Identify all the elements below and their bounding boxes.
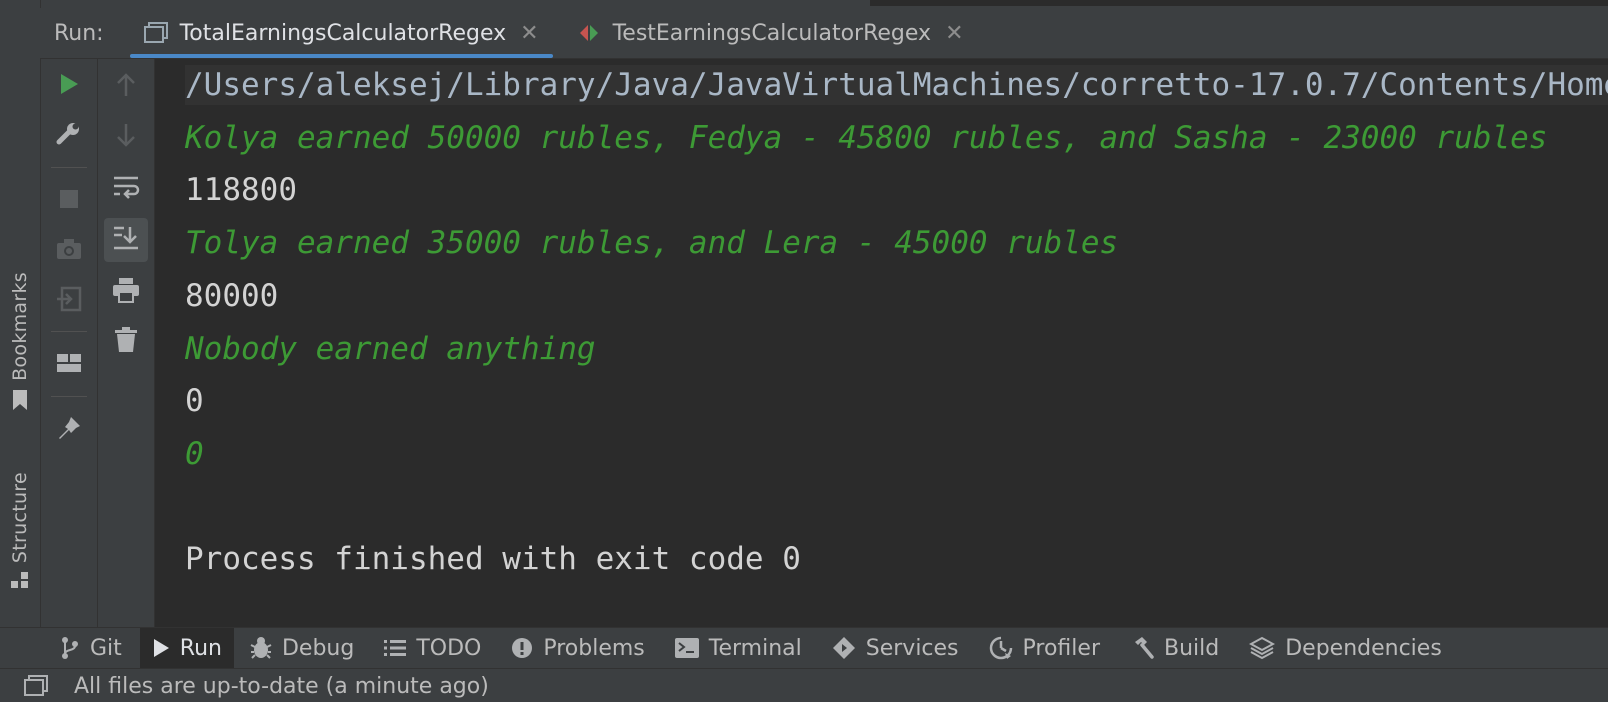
layers-icon bbox=[1249, 636, 1276, 660]
dump-threads-button[interactable] bbox=[47, 229, 91, 273]
pin-icon bbox=[56, 415, 82, 445]
print-button[interactable] bbox=[104, 270, 148, 314]
run-toolbar-secondary bbox=[98, 59, 155, 627]
soft-wrap-button[interactable] bbox=[104, 167, 148, 211]
scroll-to-end-icon bbox=[112, 225, 140, 255]
play-icon bbox=[58, 72, 80, 100]
problems-tool-button[interactable]: Problems bbox=[499, 628, 656, 668]
terminal-tool-label: Terminal bbox=[708, 635, 802, 661]
profiler-icon bbox=[989, 636, 1013, 660]
rerun-button[interactable] bbox=[47, 64, 91, 108]
command-line: /Users/aleksej/Library/Java/JavaVirtualM… bbox=[185, 65, 1608, 105]
console-input-line: 0 bbox=[185, 435, 204, 472]
git-branch-icon bbox=[60, 636, 80, 660]
tool-windows-toggle-icon[interactable] bbox=[24, 675, 48, 697]
stop-button[interactable] bbox=[47, 179, 91, 223]
play-icon bbox=[152, 638, 170, 658]
bookmarks-tab-label: Bookmarks bbox=[9, 272, 31, 381]
pin-tab-button[interactable] bbox=[47, 408, 91, 452]
structure-tab[interactable]: Structure bbox=[6, 472, 34, 594]
console-icon bbox=[143, 22, 168, 44]
debug-tool-button[interactable]: Debug bbox=[238, 628, 366, 668]
services-tool-label: Services bbox=[865, 635, 959, 661]
services-tool-button[interactable]: Services bbox=[820, 628, 971, 668]
editor-tabs-sliver bbox=[0, 0, 1608, 8]
structure-tab-label: Structure bbox=[9, 472, 31, 564]
close-icon[interactable]: ✕ bbox=[520, 21, 538, 46]
dependencies-tool-label: Dependencies bbox=[1285, 635, 1442, 661]
console-input-line: Tolya earned 35000 rubles, and Lera - 45… bbox=[185, 225, 1119, 262]
run-tool-label: Run bbox=[179, 635, 222, 661]
console-output-line: 0 bbox=[185, 383, 204, 420]
test-icon bbox=[577, 22, 601, 44]
console-output-line: Process finished with exit code 0 bbox=[185, 541, 801, 578]
bookmarks-tab[interactable]: Bookmarks bbox=[6, 272, 34, 416]
camera-icon bbox=[56, 238, 82, 264]
todo-tool-button[interactable]: TODO bbox=[372, 628, 493, 668]
bottom-tool-window-bar: Git Run Debug TODO Problems Terminal Ser… bbox=[0, 627, 1608, 668]
left-tool-stripe: Bookmarks Structure bbox=[0, 0, 41, 627]
close-icon[interactable]: ✕ bbox=[945, 21, 963, 46]
wrench-icon bbox=[56, 121, 82, 151]
run-tool-window-header: Run: TotalEarningsCalculatorRegex ✕ Test… bbox=[40, 8, 1608, 59]
tab-label: TestEarningsCalculatorRegex bbox=[612, 20, 932, 46]
problems-tool-label: Problems bbox=[543, 635, 645, 661]
terminal-icon bbox=[674, 638, 699, 658]
bookmark-icon bbox=[12, 389, 28, 416]
bug-icon bbox=[250, 636, 272, 660]
debug-tool-label: Debug bbox=[281, 635, 355, 661]
tab-test-earnings-calculator-regex[interactable]: TestEarningsCalculatorRegex ✕ bbox=[563, 8, 978, 58]
layout-icon bbox=[56, 353, 82, 377]
edit-configuration-button[interactable] bbox=[47, 114, 91, 158]
console-output-line: 118800 bbox=[185, 172, 297, 209]
alert-icon bbox=[511, 637, 533, 659]
status-message: All files are up-to-date (a minute ago) bbox=[74, 673, 489, 699]
run-tool-button[interactable]: Run bbox=[139, 628, 234, 668]
trash-icon bbox=[114, 327, 138, 357]
build-tool-button[interactable]: Build bbox=[1118, 628, 1231, 668]
console-input-line: Kolya earned 50000 rubles, Fedya - 45800… bbox=[185, 119, 1548, 156]
run-toolbar-primary bbox=[41, 59, 98, 627]
arrow-up-icon bbox=[115, 72, 137, 102]
dependencies-tool-button[interactable]: Dependencies bbox=[1237, 628, 1454, 668]
ide-window: Bookmarks Structure Run: TotalEarningsCa… bbox=[0, 0, 1608, 702]
profiler-tool-button[interactable]: Profiler bbox=[977, 628, 1112, 668]
hammer-icon bbox=[1130, 636, 1154, 660]
scroll-to-end-button[interactable] bbox=[104, 218, 148, 262]
printer-icon bbox=[112, 277, 140, 307]
exit-button[interactable] bbox=[47, 279, 91, 323]
tab-total-earnings-calculator-regex[interactable]: TotalEarningsCalculatorRegex ✕ bbox=[129, 8, 553, 58]
exit-icon bbox=[56, 286, 82, 316]
console-input-line: Nobody earned anything bbox=[185, 330, 596, 367]
git-tool-button[interactable]: Git bbox=[48, 628, 134, 668]
status-bar: All files are up-to-date (a minute ago) bbox=[0, 668, 1608, 702]
console-output-line: 80000 bbox=[185, 277, 279, 314]
stop-icon bbox=[59, 189, 79, 213]
clear-all-button[interactable] bbox=[104, 320, 148, 364]
todo-tool-label: TODO bbox=[416, 635, 482, 661]
services-icon bbox=[832, 636, 856, 660]
terminal-tool-button[interactable]: Terminal bbox=[663, 628, 814, 668]
tab-label: TotalEarningsCalculatorRegex bbox=[179, 20, 507, 46]
up-arrow-button[interactable] bbox=[104, 65, 148, 109]
soft-wrap-icon bbox=[112, 175, 140, 203]
profiler-tool-label: Profiler bbox=[1022, 635, 1100, 661]
layout-button[interactable] bbox=[47, 343, 91, 387]
console-output[interactable]: /Users/aleksej/Library/Java/JavaVirtualM… bbox=[155, 59, 1608, 627]
git-tool-label: Git bbox=[90, 635, 122, 661]
down-arrow-button[interactable] bbox=[104, 115, 148, 159]
list-icon bbox=[384, 639, 407, 657]
structure-icon bbox=[11, 571, 29, 594]
arrow-down-icon bbox=[115, 122, 137, 152]
run-label: Run: bbox=[54, 20, 104, 46]
build-tool-label: Build bbox=[1163, 635, 1220, 661]
